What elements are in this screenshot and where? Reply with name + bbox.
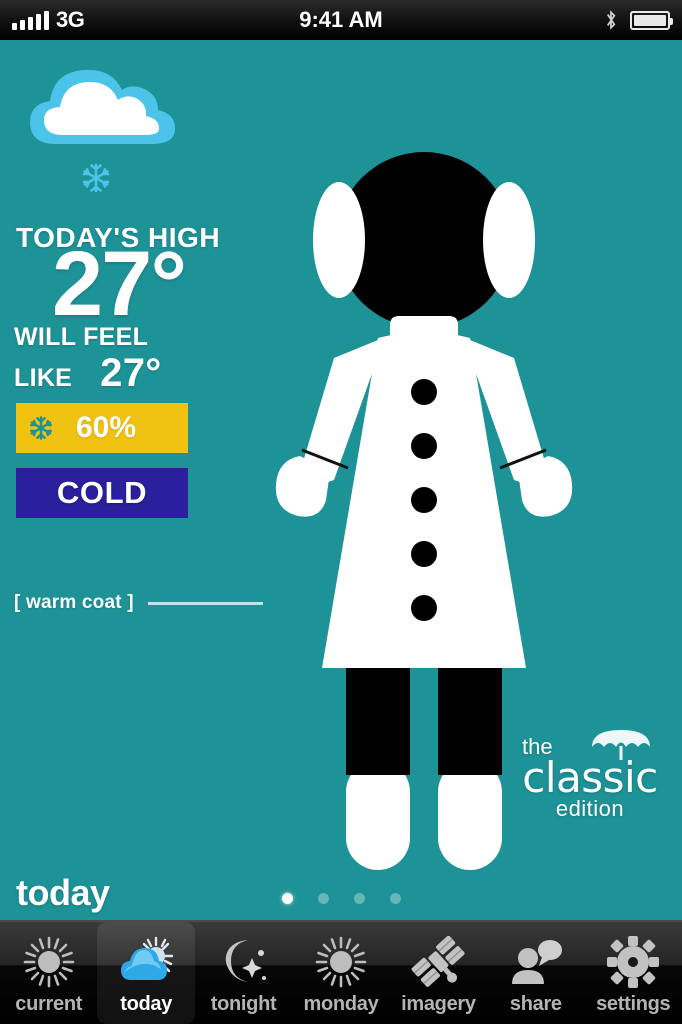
tab-label: settings [596,993,671,1015]
precipitation-value: 60% [76,411,137,444]
feels-like-label-line1: WILL FEEL [14,323,149,351]
tab-label: today [120,993,173,1015]
cloud-sun-icon [118,933,174,991]
cloud-snow-icon [30,69,176,144]
feels-like-value: 27° [100,351,162,395]
page-dot[interactable] [318,893,329,904]
tab-bar: current today tonight monday imagery sha… [0,920,682,1024]
feels-like-label-line2: LIKE [14,364,73,392]
bluetooth-icon [606,10,616,30]
brand-logo: the classic edition [520,728,660,822]
condition-icon-group [18,52,188,152]
logo-line-classic: classic [522,753,658,802]
tab-label: share [509,993,562,1015]
tab-share[interactable]: share [487,922,584,1024]
legs [346,665,502,775]
weather-app-screen: 3G 9:41 AM TODAY'S HIGH 27° WILL FEEL LI… [0,0,682,1024]
feels-like-block: WILL FEEL LIKE 27° [14,322,214,394]
status-bar-right [604,9,673,31]
temperature-status-badge: COLD [16,468,188,518]
snowflake-icon [30,416,52,440]
status-bar-clock: 9:41 AM [299,7,383,32]
battery-icon [630,10,673,30]
page-dot[interactable] [282,893,293,904]
page-title: today [16,872,110,913]
tab-label: tonight [210,993,277,1015]
todays-high-value: 27° [52,233,187,335]
tab-tonight[interactable]: tonight [195,922,292,1024]
tab-imagery[interactable]: imagery [390,922,487,1024]
sun-icon [315,933,367,991]
satellite-icon [411,933,465,991]
tab-label: imagery [401,993,476,1015]
logo-line-the: the [522,734,553,759]
moon-stars-icon [218,933,270,991]
gear-icon [607,933,660,991]
tab-label: monday [303,993,379,1015]
snowflake-icon [82,163,110,193]
boots [346,760,502,870]
tab-current[interactable]: current [0,922,97,1024]
tab-monday[interactable]: monday [292,922,389,1024]
page-dot[interactable] [390,893,401,904]
tab-label: current [15,993,83,1015]
person-speech-icon [509,933,563,991]
tab-settings[interactable]: settings [585,922,682,1024]
status-bar: 3G 9:41 AM [0,0,682,40]
page-dot[interactable] [354,893,365,904]
garment-callout-label: [ warm coat ] [14,592,134,613]
precipitation-badge: 60% [16,403,188,453]
umbrella-icon [592,730,650,760]
cold-label: COLD [56,475,148,510]
sun-icon [23,933,75,991]
tab-today[interactable]: today [97,922,195,1024]
page-indicator-dots[interactable] [282,893,401,904]
